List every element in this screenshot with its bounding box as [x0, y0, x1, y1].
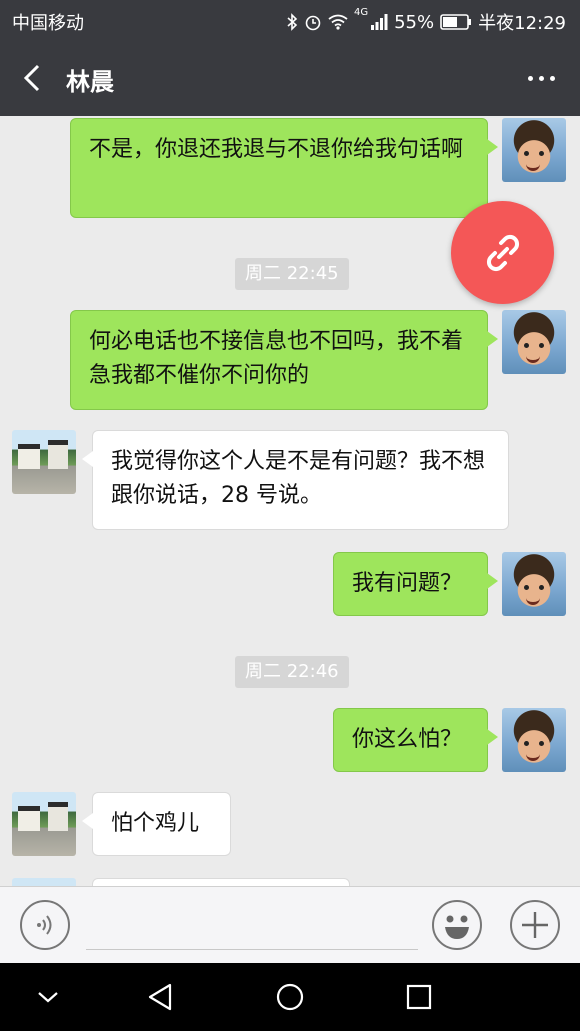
nav-recents-button[interactable] [401, 979, 437, 1015]
avatar-mouth-icon [526, 596, 540, 605]
triangle-back-icon [148, 983, 172, 1011]
message-text: 不是，你退还我退与不退你给我句话啊 [89, 137, 464, 162]
avatar-mouth-icon [526, 162, 540, 171]
clock-label: 半夜12:29 [478, 13, 566, 34]
plus-button[interactable] [510, 900, 560, 950]
status-bar: 中国移动 4G 55% 半夜12:29 [0, 0, 580, 40]
contact-avatar[interactable] [12, 792, 76, 856]
system-nav-bar [0, 963, 580, 1031]
nav-home-button[interactable] [272, 979, 308, 1015]
alarm-icon [305, 15, 321, 31]
link-icon [486, 234, 520, 272]
avatar-eye-icon [539, 741, 544, 746]
my-avatar[interactable] [502, 310, 566, 374]
message-bubble-me[interactable]: 你这么怕？ [333, 708, 498, 772]
more-dot-icon [550, 76, 555, 81]
message-bubble-other[interactable]: 怕个鸡儿 [82, 792, 231, 856]
more-dot-icon [528, 76, 533, 81]
wifi-icon [328, 14, 348, 30]
voice-icon [37, 915, 52, 935]
my-avatar[interactable] [502, 708, 566, 772]
avatar-house-icon [48, 802, 68, 831]
battery-icon [440, 14, 472, 30]
avatar-mouth-icon [526, 752, 540, 761]
avatar-eye-icon [539, 343, 544, 348]
network-type-label: 4G [353, 7, 369, 18]
message-bubble-me[interactable]: 不是，你退还我退与不退你给我句话啊 [70, 118, 498, 218]
contact-avatar[interactable] [12, 430, 76, 494]
timestamp: 周二 22:46 [235, 656, 349, 688]
home-circle-icon [276, 983, 304, 1011]
nav-back-button[interactable] [142, 979, 178, 1015]
voice-button[interactable] [20, 900, 70, 950]
nav-hide-button[interactable] [30, 979, 66, 1015]
chat-title: 林晨 [66, 68, 114, 96]
message-bubble-other[interactable]: 我觉得你这个人是不是有问题？我不想跟你说话，28 号说。 [82, 430, 509, 530]
avatar-eye-icon [524, 741, 529, 746]
avatar-eye-icon [539, 151, 544, 156]
message-text: 你这么怕？ [352, 727, 463, 752]
message-bubble-other[interactable] [92, 878, 350, 886]
chat-header: 林晨 [0, 40, 580, 116]
avatar-eye-icon [539, 585, 544, 590]
back-button[interactable] [18, 60, 48, 96]
bluetooth-icon [287, 13, 298, 31]
message-bubble-me[interactable]: 何必电话也不接信息也不回吗，我不着急我都不催你不问你的 [70, 310, 498, 410]
signal-icon [371, 14, 388, 30]
square-recents-icon [406, 984, 432, 1010]
message-input[interactable] [86, 949, 418, 950]
avatar-eye-icon [524, 343, 529, 348]
contact-avatar[interactable] [12, 878, 76, 886]
chevron-down-icon [38, 992, 58, 1003]
input-bar [0, 886, 580, 964]
message-text: 我觉得你这个人是不是有问题？我不想跟你说话，28 号说。 [111, 449, 486, 508]
more-button[interactable] [522, 62, 562, 94]
emoji-button[interactable] [432, 900, 482, 950]
status-icons: 4G 55% 半夜12:29 [286, 7, 566, 35]
avatar-house-icon [18, 806, 40, 831]
timestamp: 周二 22:45 [235, 258, 349, 290]
back-arrow-icon [23, 64, 40, 92]
floating-link-button[interactable] [451, 201, 554, 304]
my-avatar[interactable] [502, 552, 566, 616]
avatar-mouth-icon [526, 354, 540, 363]
plus-icon [522, 912, 548, 938]
more-dot-icon [539, 76, 544, 81]
message-text: 我有问题？ [352, 571, 463, 596]
avatar-eye-icon [524, 151, 529, 156]
avatar-eye-icon [524, 585, 529, 590]
message-text: 怕个鸡儿 [111, 811, 200, 836]
message-bubble-me[interactable]: 我有问题？ [333, 552, 498, 616]
my-avatar[interactable] [502, 118, 566, 182]
avatar-house-icon [48, 440, 68, 469]
message-text: 何必电话也不接信息也不回吗，我不着急我都不催你不问你的 [89, 329, 464, 388]
emoji-icon [445, 915, 469, 939]
avatar-house-icon [18, 444, 40, 469]
carrier-label: 中国移动 [12, 13, 84, 34]
battery-percent: 55% [394, 11, 435, 33]
